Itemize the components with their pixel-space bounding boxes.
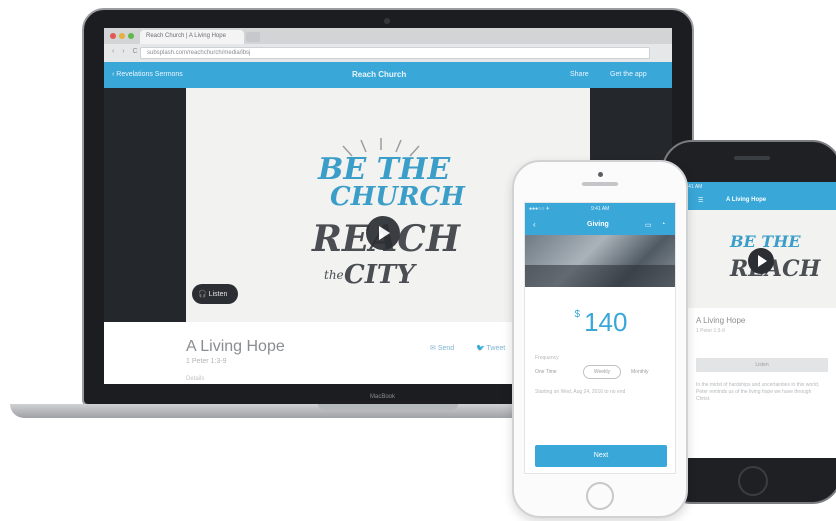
crowd-photo <box>525 265 675 287</box>
amount-value: 140 <box>584 307 628 337</box>
send-label: Send <box>437 345 455 352</box>
phone-white-frame: ●●●○○ ✈ 9:41 AM ‹ Giving ▭ ◔ $140 Freque… <box>512 160 688 518</box>
speaker-grille <box>734 156 770 160</box>
app-header-bar: ‹ Revelations Sermons Reach Church Share… <box>104 62 672 88</box>
signal-indicator: ●●●○○ ✈ <box>529 206 550 212</box>
camera-icon <box>384 18 390 24</box>
screen-title: A Living Hope <box>726 197 767 203</box>
back-icon[interactable]: ‹ <box>533 220 536 229</box>
laptop-notch <box>318 404 458 410</box>
sermon-reference: 1 Peter 1:3-9 <box>696 328 725 334</box>
speaker-grille <box>582 182 618 186</box>
sermon-reference: 1 Peter 1:3-9 <box>186 358 227 365</box>
artwork-line-the: the <box>324 268 344 282</box>
home-button[interactable] <box>586 482 614 510</box>
browser-nav-buttons[interactable]: ‹ › C <box>112 48 141 55</box>
sermon-title: A Living Hope <box>186 338 285 355</box>
app-header-bar: ☰ A Living Hope <box>678 192 836 210</box>
phone-dark-frame: 9:41 AM ☰ A Living Hope BE THE REACH A L… <box>662 140 836 504</box>
send-button[interactable]: ✉ Send <box>430 344 454 352</box>
user-icon[interactable]: ◔ <box>661 221 665 228</box>
listen-label: Listen <box>208 291 228 298</box>
share-button[interactable]: Share <box>570 71 589 78</box>
home-button[interactable] <box>738 466 768 496</box>
url-bar[interactable]: subsplash.com/reachchurch/media/lbsj <box>140 47 650 59</box>
browser-chrome: Reach Church | A Living Hope ‹ › C subsp… <box>104 28 672 62</box>
cast-icon[interactable]: ▭ <box>645 221 652 229</box>
artwork-line-reach: REACH <box>730 256 821 282</box>
artwork-line-church: CHURCH <box>330 182 465 212</box>
menu-icon[interactable]: ☰ <box>698 197 703 204</box>
app-header-bar: ‹ Giving ▭ ◔ <box>525 215 675 235</box>
next-button[interactable]: Next <box>535 445 667 467</box>
schedule-note: Starting on Wed, Aug 24, 2016 to no end <box>535 389 626 395</box>
frequency-option-one-time[interactable]: One Time <box>535 369 557 375</box>
frequency-label: Frequency <box>535 355 559 361</box>
back-link[interactable]: ‹ Revelations Sermons <box>112 71 183 78</box>
minimize-window-icon[interactable] <box>119 33 125 39</box>
get-app-button[interactable]: Get the app <box>610 71 647 78</box>
tweet-button[interactable]: 🐦 Tweet <box>476 344 505 352</box>
artwork-line-city: CITY <box>344 260 415 290</box>
play-button-icon[interactable] <box>366 216 400 250</box>
sermon-description: In the midst of hardships and uncertaint… <box>696 382 820 402</box>
browser-tab[interactable]: Reach Church | A Living Hope <box>140 30 244 44</box>
screen-title: Giving <box>587 221 609 228</box>
window-controls[interactable] <box>110 33 134 39</box>
giving-amount[interactable]: $140 <box>525 307 675 338</box>
listen-button[interactable]: Listen <box>696 358 828 372</box>
currency-symbol: $ <box>574 309 581 320</box>
frequency-option-weekly[interactable]: Weekly <box>583 365 621 379</box>
tweet-label: Tweet <box>486 345 506 352</box>
laptop-brand-label: MacBook <box>370 394 396 400</box>
sermon-artwork[interactable]: BE THE REACH <box>678 210 836 308</box>
frequency-selector[interactable]: One Time Weekly Monthly <box>535 365 667 379</box>
sermon-title: A Living Hope <box>696 316 746 325</box>
brand-title[interactable]: Reach Church <box>352 70 406 79</box>
play-button-icon[interactable] <box>748 248 774 274</box>
browser-tab-strip: Reach Church | A Living Hope <box>104 28 672 44</box>
phone-white-screen: ●●●○○ ✈ 9:41 AM ‹ Giving ▭ ◔ $140 Freque… <box>524 202 676 474</box>
new-tab-button[interactable] <box>246 32 260 42</box>
frequency-option-monthly[interactable]: Monthly <box>631 369 649 375</box>
status-bar: 9:41 AM <box>678 182 836 192</box>
sermon-details-link[interactable]: Details <box>186 376 204 382</box>
giving-hero-image <box>525 235 675 287</box>
close-window-icon[interactable] <box>110 33 116 39</box>
status-bar: ●●●○○ ✈ 9:41 AM <box>525 203 675 215</box>
status-time: 9:41 AM <box>591 206 610 212</box>
phone-dark-screen: 9:41 AM ☰ A Living Hope BE THE REACH A L… <box>678 182 836 458</box>
video-letterbox-left <box>104 88 186 322</box>
camera-icon <box>598 172 603 177</box>
maximize-window-icon[interactable] <box>128 33 134 39</box>
listen-button[interactable]: 🎧 Listen <box>192 284 238 304</box>
